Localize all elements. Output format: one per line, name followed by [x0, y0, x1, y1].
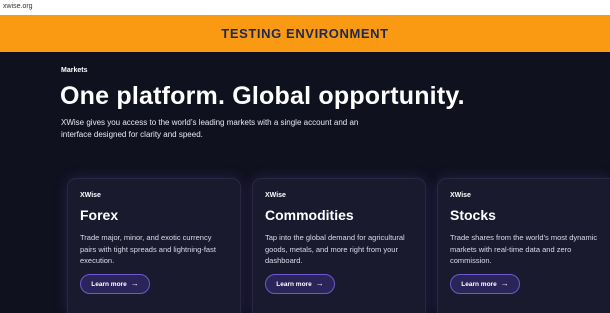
- card-description: Trade major, minor, and exotic currency …: [80, 233, 216, 265]
- card-brand: XWise: [80, 192, 101, 199]
- learn-more-button[interactable]: Learn more →: [80, 274, 150, 294]
- card-brand: XWise: [450, 192, 471, 199]
- card-description: Tap into the global demand for agricultu…: [265, 233, 405, 265]
- learn-more-label: Learn more: [276, 280, 312, 288]
- banner-text: TESTING ENVIRONMENT: [221, 26, 389, 41]
- learn-more-button[interactable]: Learn more →: [450, 274, 520, 294]
- market-card-forex: XWise Forex Trade major, minor, and exot…: [67, 178, 241, 313]
- section-label: Markets: [61, 67, 88, 74]
- arrow-right-icon: →: [500, 279, 509, 288]
- learn-more-button[interactable]: Learn more →: [265, 274, 335, 294]
- learn-more-label: Learn more: [461, 280, 497, 288]
- card-brand: XWise: [265, 192, 286, 199]
- learn-more-label: Learn more: [91, 280, 127, 288]
- market-card-stocks: XWise Stocks Trade shares from the world…: [437, 178, 610, 313]
- testing-environment-banner: TESTING ENVIRONMENT: [0, 15, 610, 52]
- arrow-right-icon: →: [130, 279, 139, 288]
- arrow-right-icon: →: [315, 279, 324, 288]
- card-title: Forex: [80, 207, 119, 223]
- address-bar[interactable]: xwise.org: [0, 0, 610, 15]
- card-title: Commodities: [265, 207, 354, 223]
- page-title: One platform. Global opportunity.: [60, 82, 465, 110]
- card-description: Trade shares from the world’s most dynam…: [450, 233, 598, 265]
- hero-description: XWise gives you access to the world’s le…: [61, 118, 359, 139]
- url-text: xwise.org: [3, 3, 33, 10]
- card-title: Stocks: [450, 207, 496, 223]
- market-card-commodities: XWise Commodities Tap into the global de…: [252, 178, 426, 313]
